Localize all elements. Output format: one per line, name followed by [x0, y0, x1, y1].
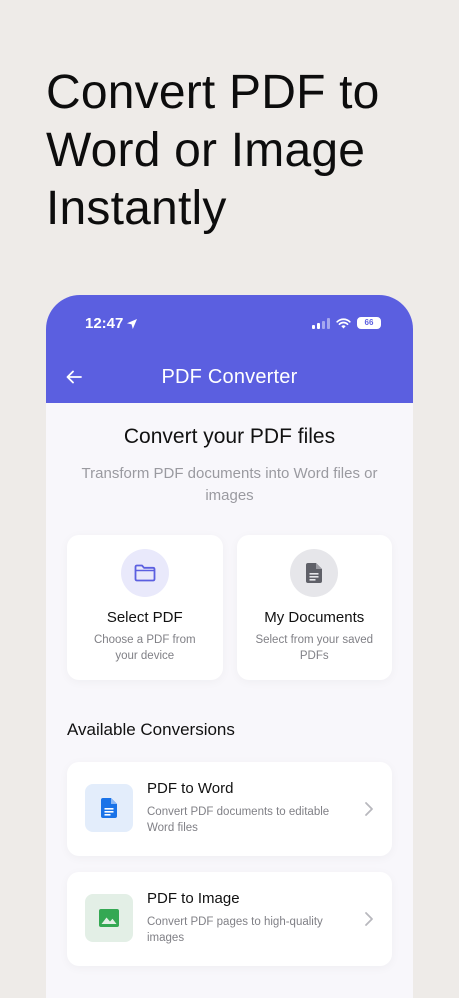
pdf-to-word-item[interactable]: PDF to Word Convert PDF documents to edi… — [67, 762, 392, 856]
nav-row: PDF Converter — [46, 365, 413, 389]
pdf-to-image-item[interactable]: PDF to Image Convert PDF pages to high-q… — [67, 872, 392, 966]
my-documents-desc: Select from your saved PDFs — [255, 634, 374, 662]
battery-icon: 66 — [357, 317, 381, 329]
pdf-to-image-title: PDF to Image — [147, 890, 240, 907]
folder-icon — [134, 564, 156, 582]
select-pdf-icon-circle — [120, 549, 169, 597]
cellular-signal-icon — [312, 317, 330, 329]
main-title: Convert your PDF files — [123, 425, 336, 448]
pdf-to-image-text: PDF to Image Convert PDF pages to high-q… — [147, 890, 352, 946]
pdf-to-word-title: PDF to Word — [147, 780, 234, 797]
chevron-right-icon — [365, 912, 373, 926]
image-icon — [99, 909, 119, 927]
select-pdf-title: Select PDF — [106, 609, 183, 626]
my-documents-title: My Documents — [264, 609, 365, 626]
word-doc-icon — [101, 798, 117, 818]
main-content: Convert your PDF files Transform PDF doc… — [46, 425, 413, 966]
wifi-icon — [336, 317, 351, 328]
chevron-right-icon — [365, 802, 373, 816]
pdf-to-word-text: PDF to Word Convert PDF documents to edi… — [147, 780, 352, 836]
phone-frame: 12:47 66 PDF Converter Convert your PDF … — [46, 295, 413, 998]
conversions-section-title: Available Conversions — [67, 720, 235, 739]
select-pdf-desc: Choose a PDF from your device — [93, 634, 196, 662]
pdf-to-word-desc: Convert PDF documents to editable Word f… — [147, 806, 330, 834]
status-bar: 12:47 66 — [46, 315, 413, 335]
status-time: 12:47 — [85, 315, 124, 332]
pdf-to-word-icon-box — [85, 784, 133, 832]
source-card-row: Select PDF Choose a PDF from your device… — [67, 535, 392, 680]
app-header: 12:47 66 PDF Converter — [46, 295, 413, 403]
main-subtitle: Transform PDF documents into Word files … — [81, 465, 378, 504]
my-documents-icon-circle — [290, 549, 339, 597]
page-title: PDF Converter — [161, 366, 298, 388]
status-time-group: 12:47 — [85, 315, 138, 332]
pdf-to-image-icon-box — [85, 894, 133, 942]
document-icon — [306, 563, 323, 583]
promo-headline: Convert PDF to Word or Image Instantly — [46, 66, 380, 235]
status-icons: 66 — [312, 317, 381, 329]
my-documents-card[interactable]: My Documents Select from your saved PDFs — [236, 535, 392, 680]
location-arrow-icon — [127, 318, 138, 329]
select-pdf-card[interactable]: Select PDF Choose a PDF from your device — [67, 535, 223, 680]
pdf-to-image-desc: Convert PDF pages to high-quality images — [147, 916, 323, 944]
